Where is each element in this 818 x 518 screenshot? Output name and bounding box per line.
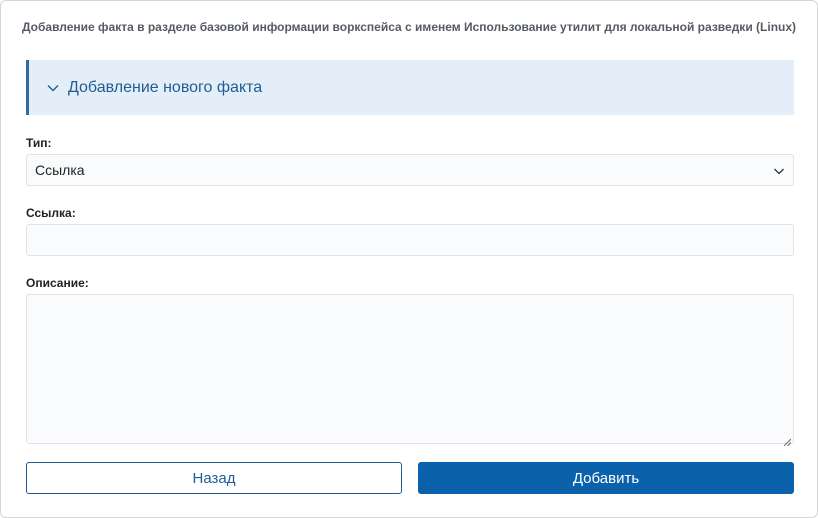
- chevron-down-icon: [46, 81, 60, 95]
- type-select[interactable]: Ссылка: [26, 154, 794, 186]
- resize-handle-icon[interactable]: [783, 433, 792, 447]
- type-label: Тип:: [26, 136, 52, 150]
- description-textarea[interactable]: [26, 294, 794, 447]
- type-select-value: Ссылка: [35, 162, 85, 178]
- add-button[interactable]: Добавить: [418, 462, 794, 494]
- link-input[interactable]: [26, 224, 794, 256]
- page-title: Добавление факта в разделе базовой инфор…: [21, 20, 797, 34]
- section-title: Добавление нового факта: [68, 78, 263, 96]
- link-label: Ссылка:: [26, 206, 76, 220]
- section-header-new-fact[interactable]: Добавление нового факта: [26, 60, 794, 115]
- form-card: Добавление факта в разделе базовой инфор…: [0, 0, 818, 518]
- description-label: Описание:: [26, 276, 89, 290]
- chevron-down-icon: [773, 164, 785, 176]
- back-button[interactable]: Назад: [26, 462, 402, 494]
